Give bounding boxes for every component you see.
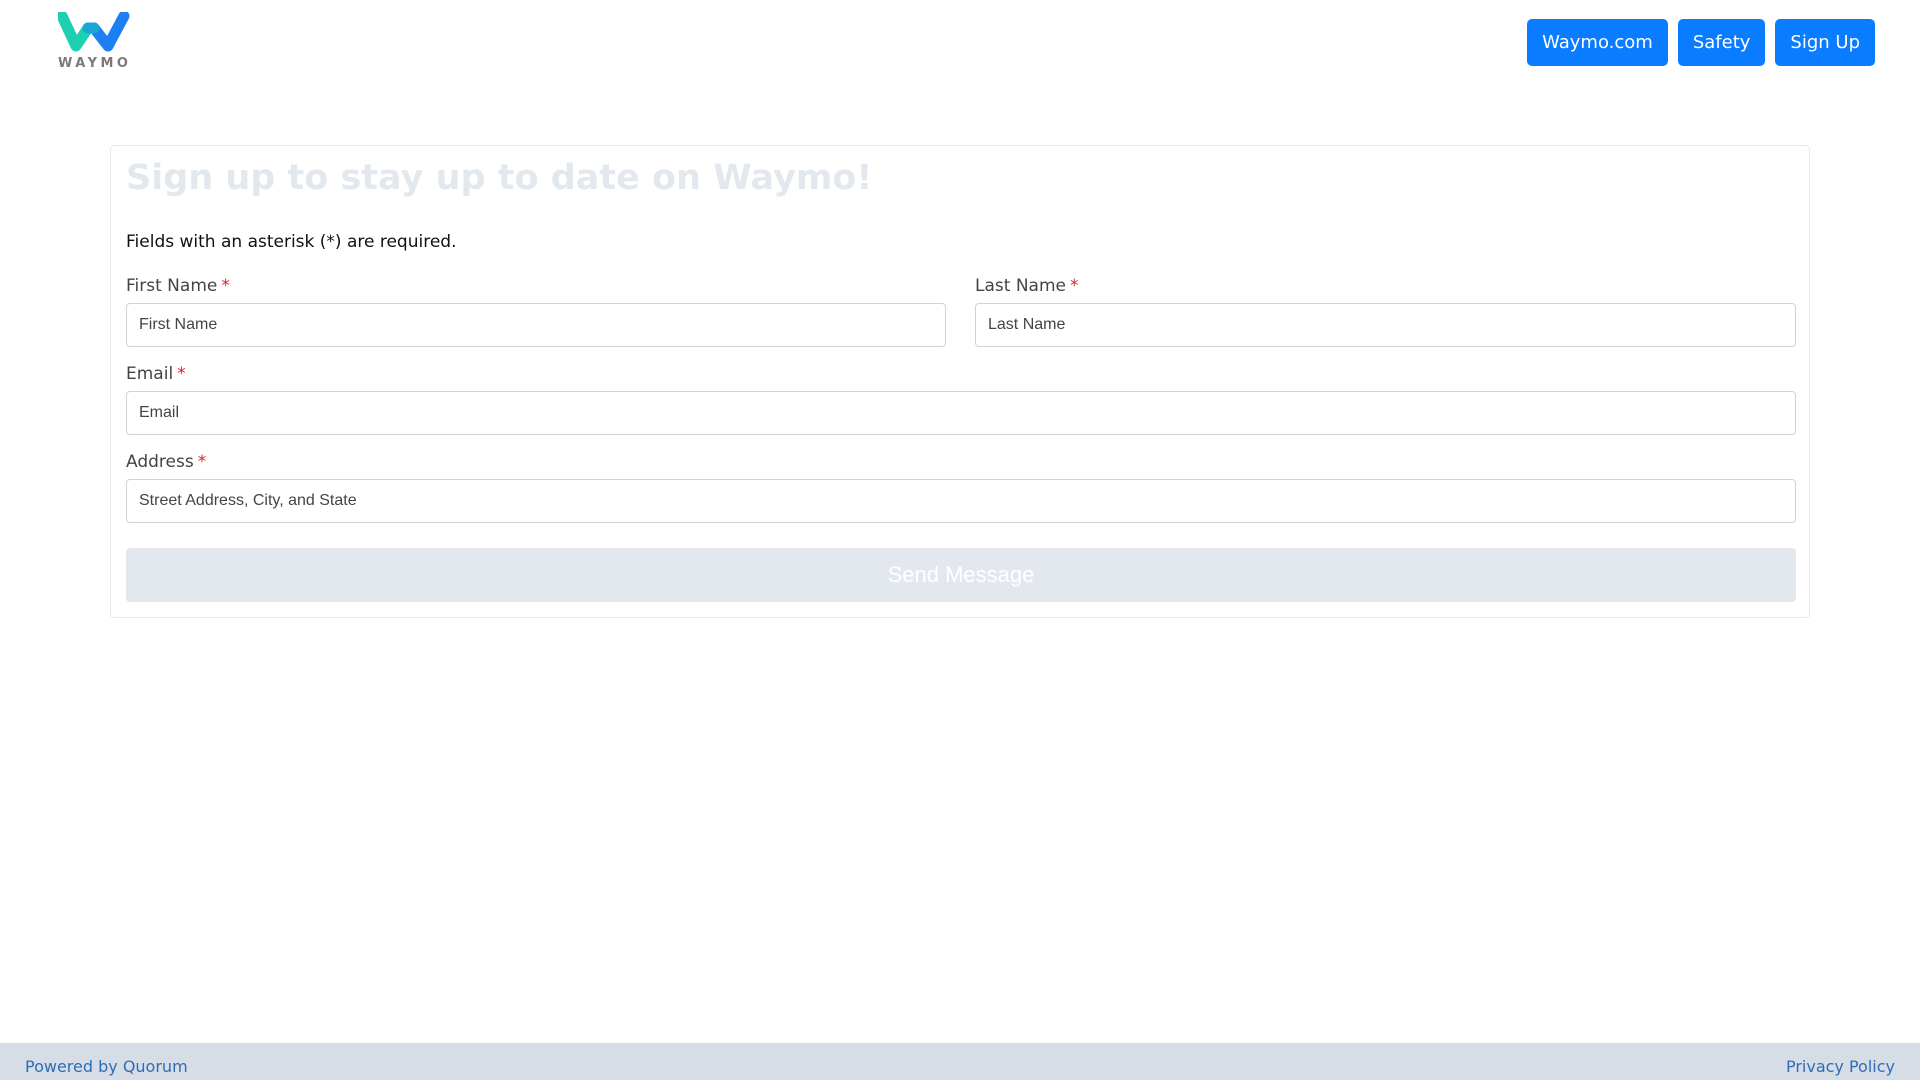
first-name-label: First Name * bbox=[126, 275, 946, 297]
required-asterisk: * bbox=[197, 452, 207, 472]
last-name-input[interactable] bbox=[975, 303, 1796, 347]
logo-wordmark: WAYMO bbox=[58, 56, 132, 71]
required-asterisk: * bbox=[177, 364, 186, 384]
site-header: WAYMO Waymo.com Safety Sign Up bbox=[0, 0, 1920, 100]
waymo-w-icon bbox=[58, 12, 130, 52]
email-group: Email * bbox=[126, 363, 1796, 435]
email-input[interactable] bbox=[126, 391, 1796, 435]
email-label-text: Email bbox=[126, 364, 174, 384]
form-title: Sign up to stay up to date on Waymo! bbox=[126, 158, 873, 198]
first-name-input[interactable] bbox=[126, 303, 946, 347]
nav-waymo-com-button[interactable]: Waymo.com bbox=[1527, 19, 1668, 66]
required-asterisk: * bbox=[221, 276, 230, 296]
page: WAYMO Waymo.com Safety Sign Up Sign up t… bbox=[0, 0, 1920, 1080]
send-message-button[interactable]: Send Message bbox=[126, 548, 1796, 602]
required-asterisk: * bbox=[1069, 276, 1079, 296]
address-input[interactable] bbox=[126, 479, 1796, 523]
nav-sign-up-button[interactable]: Sign Up bbox=[1775, 19, 1875, 66]
address-group: Address * bbox=[126, 451, 1796, 523]
address-label: Address * bbox=[126, 451, 1796, 473]
last-name-group: Last Name * bbox=[975, 275, 1796, 347]
signup-form-card: Sign up to stay up to date on Waymo! Fie… bbox=[110, 145, 1810, 618]
first-name-label-text: First Name bbox=[126, 276, 218, 296]
site-footer: Powered by Quorum Privacy Policy bbox=[0, 1043, 1920, 1080]
last-name-label-text: Last Name bbox=[975, 276, 1066, 296]
waymo-logo[interactable]: WAYMO bbox=[58, 12, 130, 72]
privacy-policy-link[interactable]: Privacy Policy bbox=[1786, 1057, 1895, 1076]
address-label-text: Address bbox=[126, 452, 194, 472]
powered-by-quorum-link[interactable]: Powered by Quorum bbox=[25, 1057, 188, 1076]
email-label: Email * bbox=[126, 363, 1796, 385]
last-name-label: Last Name * bbox=[975, 275, 1796, 297]
required-fields-note: Fields with an asterisk (*) are required… bbox=[126, 232, 457, 252]
first-name-group: First Name * bbox=[126, 275, 946, 347]
top-nav: Waymo.com Safety Sign Up bbox=[1527, 19, 1875, 66]
nav-safety-button[interactable]: Safety bbox=[1677, 19, 1766, 66]
